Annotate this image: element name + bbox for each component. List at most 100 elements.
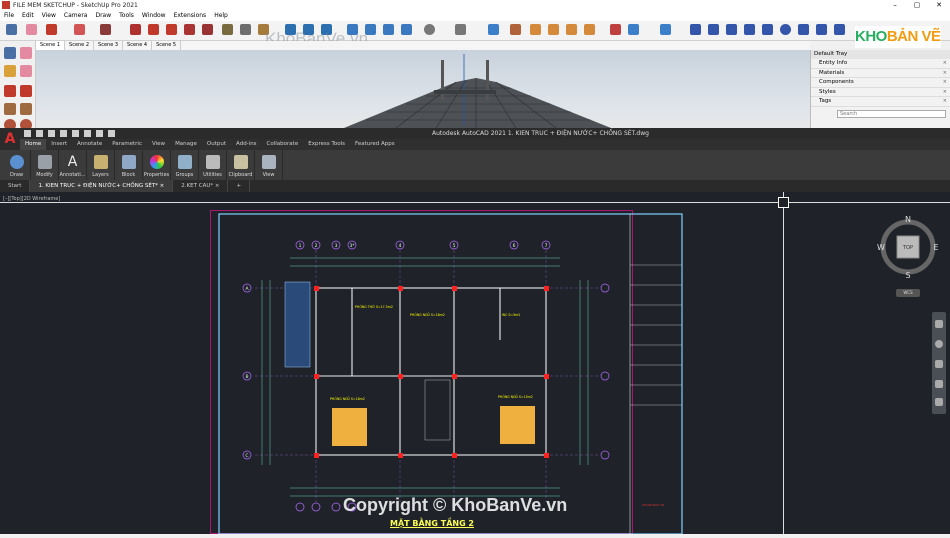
tab-view[interactable]: View (147, 139, 170, 150)
section-plane-icon[interactable] (610, 24, 621, 35)
layers-button[interactable]: Layers (87, 150, 115, 180)
eraser2-icon[interactable] (20, 65, 32, 77)
annotation-icon: A (67, 154, 78, 170)
menu-view[interactable]: View (38, 11, 60, 21)
rectangle-tool-icon[interactable] (100, 24, 111, 35)
paint-bucket-icon[interactable] (4, 65, 16, 77)
doc-tab-start[interactable]: Start (0, 180, 31, 192)
tray-search-input[interactable]: Search (837, 109, 946, 118)
close-button[interactable]: ✕ (928, 0, 950, 11)
menu-extensions[interactable]: Extensions (170, 11, 211, 21)
properties-button[interactable]: Properties (143, 150, 171, 180)
eraser-icon[interactable] (20, 47, 32, 59)
scale-tool-icon[interactable] (184, 24, 195, 35)
section-display-icon[interactable] (628, 24, 639, 35)
curve-tool-2-icon[interactable] (708, 24, 719, 35)
block-button[interactable]: Block (115, 150, 143, 180)
minimize-button[interactable]: – (884, 0, 906, 11)
tray-tags[interactable]: Tags (811, 97, 950, 107)
tray-components[interactable]: Components (811, 78, 950, 88)
pushpull-tool-icon[interactable] (130, 24, 141, 35)
sandbox-tool-icon[interactable] (455, 24, 466, 35)
tab-parametric[interactable]: Parametric (107, 139, 147, 150)
rect-icon[interactable] (4, 103, 16, 115)
freehand-icon[interactable] (20, 85, 32, 97)
menu-window[interactable]: Window (138, 11, 170, 21)
menu-file[interactable]: File (0, 11, 18, 21)
pencil-tool-icon[interactable] (46, 24, 57, 35)
intersect-icon[interactable] (510, 24, 521, 35)
view-button[interactable]: View (255, 150, 283, 180)
viewcube-east: E (933, 243, 938, 252)
wcs-menu[interactable]: WCS (896, 289, 920, 297)
curve-tool-7-icon[interactable] (816, 24, 827, 35)
curve-tool-8-icon[interactable] (834, 24, 845, 35)
arc-tool-icon[interactable] (74, 24, 85, 35)
scene-tab-5[interactable]: Scene 5 (152, 41, 182, 50)
tab-output[interactable]: Output (202, 139, 231, 150)
clipboard-button[interactable]: Clipboard (227, 150, 255, 180)
circle-tool-icon[interactable] (780, 24, 791, 35)
curve-tool-3-icon[interactable] (726, 24, 737, 35)
menu-help[interactable]: Help (210, 11, 232, 21)
component-icon[interactable] (660, 24, 671, 35)
curve-tool-1-icon[interactable] (690, 24, 701, 35)
tray-entity-info[interactable]: Entity Info (811, 59, 950, 69)
trim-icon[interactable] (584, 24, 595, 35)
offset-tool-icon[interactable] (202, 24, 213, 35)
curve-tool-4-icon[interactable] (744, 24, 755, 35)
rotate-tool-icon[interactable] (166, 24, 177, 35)
scene-tab-2[interactable]: Scene 2 (65, 41, 95, 50)
menu-edit[interactable]: Edit (18, 11, 38, 21)
tray-materials[interactable]: Materials (811, 69, 950, 78)
menu-tools[interactable]: Tools (115, 11, 138, 21)
modify-button[interactable]: Modify (31, 150, 59, 180)
maximize-button[interactable]: ▢ (906, 0, 928, 11)
eraser-tool-icon[interactable] (26, 24, 37, 35)
outer-shell-icon[interactable] (530, 24, 541, 35)
tab-collaborate[interactable]: Collaborate (262, 139, 304, 150)
subtract-icon[interactable] (566, 24, 577, 35)
quick-access-toolbar[interactable] (22, 128, 182, 139)
doc-tab-kientruc[interactable]: 1. KIEN TRUC + ĐIỆN NƯỚC+ CHỐNG SÉT* × (30, 180, 174, 192)
tab-home[interactable]: Home (20, 139, 47, 150)
curve-tool-6-icon[interactable] (798, 24, 809, 35)
doc-tab-ketcau[interactable]: 2.KET CAU* × (173, 180, 229, 192)
style-selector-icon[interactable] (424, 24, 435, 35)
grid-label-2: 2 (315, 243, 318, 249)
scene-tab-3[interactable]: Scene 3 (94, 41, 124, 50)
sketchup-viewport[interactable] (36, 50, 810, 129)
curve-tool-5-icon[interactable] (762, 24, 773, 35)
menu-camera[interactable]: Camera (60, 11, 92, 21)
tape-tool-icon[interactable] (222, 24, 233, 35)
draw-button[interactable]: Draw (3, 150, 31, 180)
text-tool-icon[interactable] (240, 24, 251, 35)
select-tool-icon[interactable] (6, 24, 17, 35)
tray-styles[interactable]: Styles (811, 88, 950, 97)
grid-label-5: 5 (453, 243, 456, 249)
tab-annotate[interactable]: Annotate (72, 139, 107, 150)
view-right-icon[interactable] (401, 24, 412, 35)
tab-manage[interactable]: Manage (170, 139, 202, 150)
union-icon[interactable] (548, 24, 559, 35)
rotrect-icon[interactable] (20, 103, 32, 115)
select-icon[interactable] (4, 47, 16, 59)
scene-tab-1[interactable]: Scene 1 (36, 41, 66, 50)
utilities-button[interactable]: Utilities (199, 150, 227, 180)
tab-express-tools[interactable]: Express Tools (303, 139, 350, 150)
groups-button[interactable]: Groups (171, 150, 199, 180)
viewcube[interactable]: TOP N S E W (876, 214, 940, 280)
tab-featured-apps[interactable]: Featured Apps (350, 139, 400, 150)
scene-tab-4[interactable]: Scene 4 (123, 41, 153, 50)
tab-insert[interactable]: Insert (46, 139, 72, 150)
line-icon[interactable] (4, 85, 16, 97)
move-tool-icon[interactable] (148, 24, 159, 35)
autocad-logo[interactable]: A (0, 128, 20, 150)
doc-tab-new[interactable]: + (228, 180, 251, 192)
annotation-button[interactable]: A Annotati... (59, 150, 87, 180)
follow-me-icon[interactable] (488, 24, 499, 35)
menu-draw[interactable]: Draw (91, 11, 115, 21)
view-front-icon[interactable] (383, 24, 394, 35)
tab-addins[interactable]: Add-ins (231, 139, 262, 150)
navigation-bar[interactable] (932, 312, 946, 414)
